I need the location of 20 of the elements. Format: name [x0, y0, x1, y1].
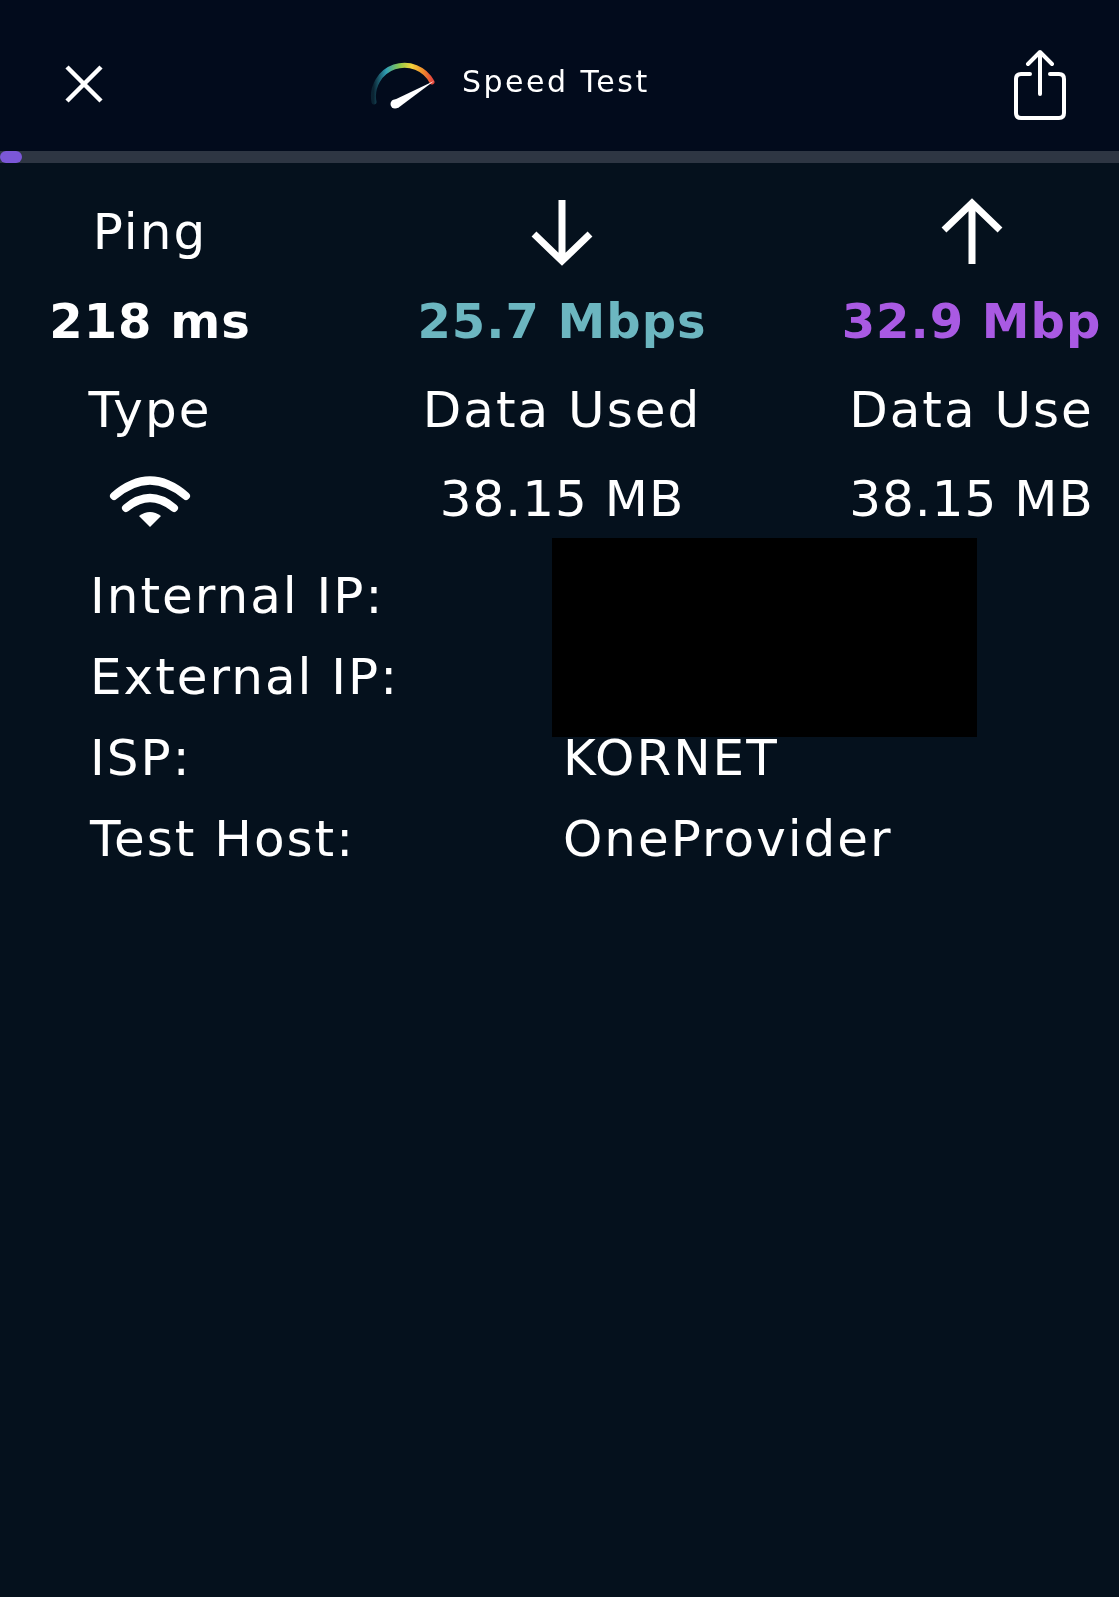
stat-label: Type: [88, 380, 212, 439]
download-speed-value: 25.7 Mbps: [417, 292, 707, 349]
close-button[interactable]: [64, 63, 104, 104]
close-icon: [64, 63, 104, 104]
info-value: KORNET: [563, 728, 779, 787]
ping-value: 218 ms: [49, 292, 251, 349]
data-used-value: 38.15 MB: [849, 469, 1094, 528]
info-label: Internal IP:: [90, 566, 385, 625]
info-label: ISP:: [90, 728, 192, 787]
info-label: Test Host:: [90, 809, 356, 868]
data-used-value: 38.15 MB: [439, 469, 685, 528]
stat-label: Data Used: [422, 380, 702, 439]
share-icon: [1012, 47, 1068, 120]
app-title: Speed Test: [462, 64, 650, 99]
upload-speed-value: 32.9 Mbp: [841, 292, 1102, 349]
info-value: OneProvider: [563, 809, 893, 868]
stat-label: Ping: [92, 202, 208, 261]
share-button[interactable]: [1012, 47, 1068, 120]
info-label: External IP:: [90, 647, 400, 706]
stat-label: Data Use: [849, 380, 1094, 439]
